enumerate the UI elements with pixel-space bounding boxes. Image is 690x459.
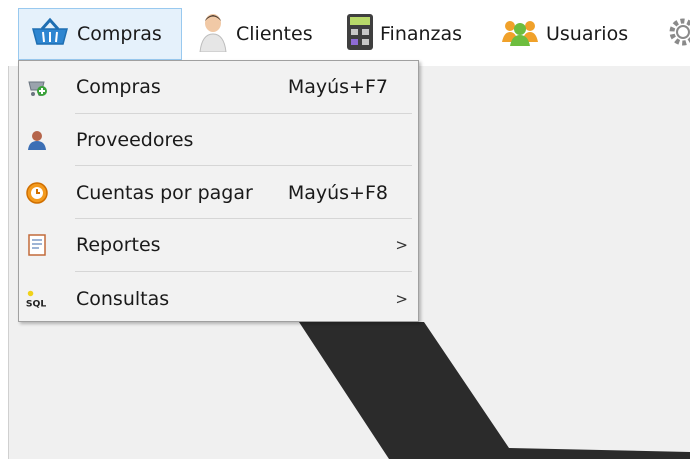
report-icon [25,233,49,257]
menu-item-label: Consultas [76,288,170,310]
gear-icon [666,15,690,54]
menubar-label: Finanzas [380,23,463,45]
compras-dropdown-menu: Compras Mayús+F7 Proveedores Cuentas por… [18,60,419,322]
menubar-finanzas[interactable]: Finanzas [346,8,494,60]
menu-item-shortcut: Mayús+F7 [287,76,388,98]
menubar-compras[interactable]: Compras [18,8,182,60]
menu-item-reportes[interactable]: Reportes > [20,219,417,271]
menu-item-compras[interactable]: Compras Mayús+F7 [20,61,417,113]
calculator-icon [346,13,374,56]
submenu-arrow-icon: > [395,236,408,254]
menubar-usuarios[interactable]: Usuarios [500,8,658,60]
menubar-settings[interactable] [666,8,690,60]
menu-item-shortcut: Mayús+F8 [287,182,388,204]
menu-separator [75,271,412,272]
menubar-label: Usuarios [546,23,629,45]
cart-add-icon [25,75,49,99]
menubar-label: Clientes [236,23,313,45]
person-icon [196,12,230,57]
menu-item-cuentas-por-pagar[interactable]: Cuentas por pagar Mayús+F8 [20,167,417,219]
menu-item-consultas[interactable]: SQL Consultas > [20,273,417,325]
menubar-label: Compras [77,23,162,45]
basket-icon [29,17,71,52]
menu-separator [75,165,412,166]
clock-icon [25,181,49,205]
sql-icon: SQL [25,287,49,311]
menubar-clientes[interactable]: Clientes [196,8,338,60]
app-window: Compras Clientes Finanzas Usuarios Compr… [0,0,690,459]
menubar: Compras Clientes Finanzas Usuarios [0,0,690,66]
menu-item-label: Compras [76,76,161,98]
menu-item-label: Cuentas por pagar [76,182,253,204]
sql-icon-text: SQL [26,298,46,309]
menu-item-label: Proveedores [76,129,194,151]
menu-item-label: Reportes [76,234,161,256]
submenu-arrow-icon: > [395,290,408,308]
supplier-icon [25,128,49,152]
users-icon [500,18,540,51]
menu-item-proveedores[interactable]: Proveedores [20,114,417,166]
